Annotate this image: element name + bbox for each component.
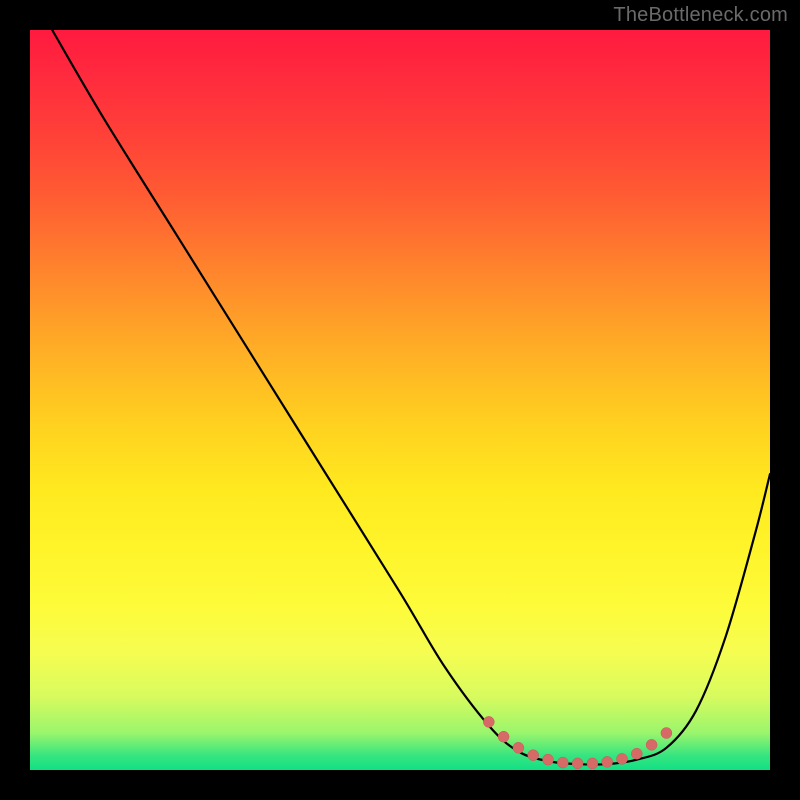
sweet-spot-dot [631,748,642,759]
chart-svg [30,30,770,770]
sweet-spot-dot [572,758,583,769]
watermark-text: TheBottleneck.com [613,4,788,27]
sweet-spot-dot [646,739,657,750]
sweet-spot-dot [557,757,568,768]
sweet-spot-dot [498,731,509,742]
sweet-spot-dots [483,716,672,768]
sweet-spot-dot [661,728,672,739]
plot-area [30,30,770,770]
sweet-spot-dot [617,753,628,764]
sweet-spot-dot [602,756,613,767]
sweet-spot-dot [513,742,524,753]
sweet-spot-dot [543,754,554,765]
bottleneck-curve [52,30,770,765]
sweet-spot-dot [483,716,494,727]
sweet-spot-dot [528,750,539,761]
sweet-spot-dot [587,758,598,769]
